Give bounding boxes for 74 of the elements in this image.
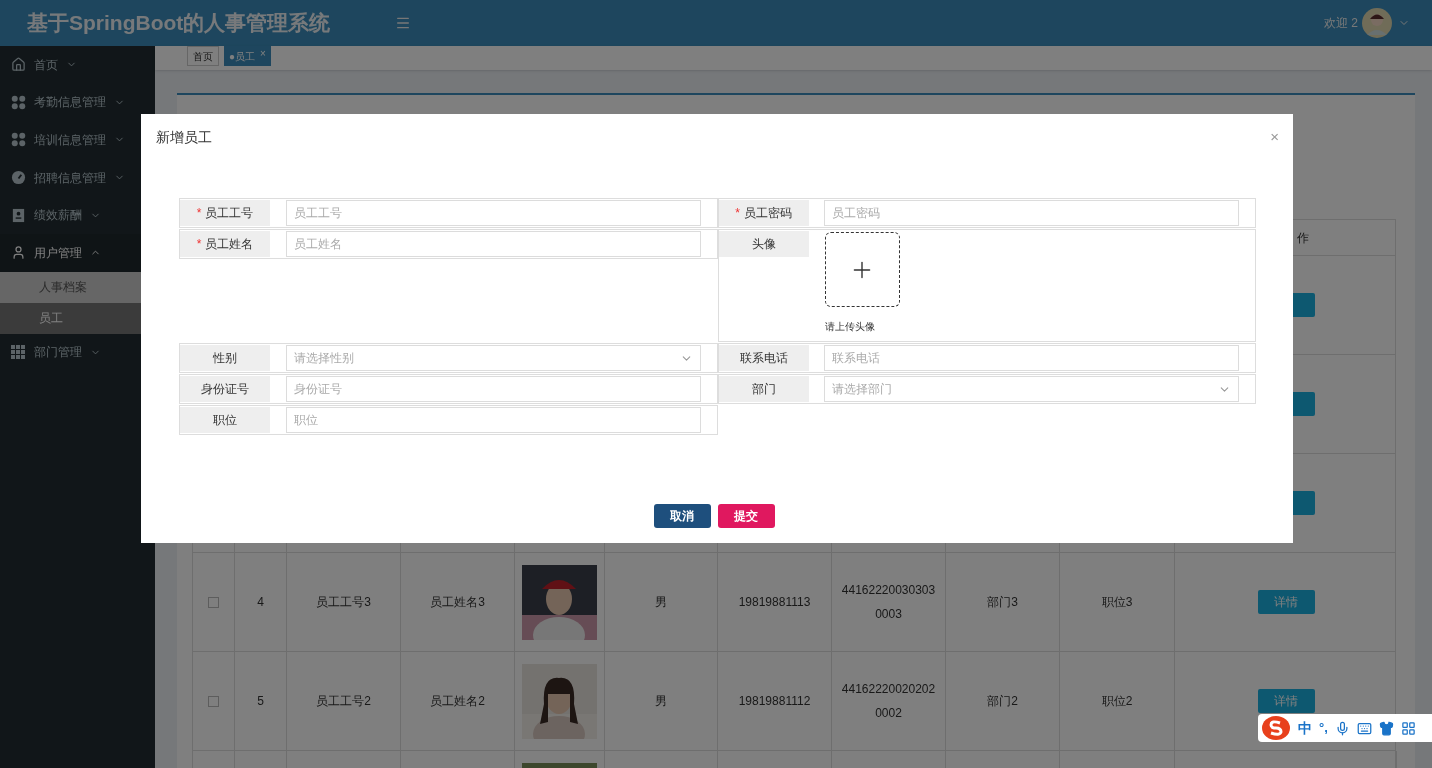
table-cell-text: 部门2 [987,693,1018,710]
page-tab[interactable]: 首页 [187,46,219,66]
sidebar-item[interactable]: 招聘信息管理 [0,158,155,197]
table-cell-text: 男 [655,693,667,710]
submit-button[interactable]: 提交 [717,504,775,528]
close-icon[interactable]: × [1270,125,1279,149]
form-row: 部门 请选择部门 [717,374,1256,404]
user-icon [11,245,26,261]
form-row: 头像 请上传头像 [717,229,1256,342]
grid-icon[interactable] [1400,720,1416,736]
gauge-icon [11,170,26,186]
grid-icon [11,344,26,360]
grid-icon [11,94,26,110]
ime-mode[interactable]: 中 [1298,717,1312,739]
detail-button[interactable]: 详情 [1257,689,1315,713]
upload-button[interactable] [824,232,900,307]
table-cell-text: 4 [257,594,264,611]
sidebar-item[interactable]: 首页 [0,46,155,84]
input-field[interactable]: 职位 [286,407,701,433]
input-field[interactable]: 员工工号 [286,200,701,226]
close-icon[interactable]: × [260,45,266,61]
table-cell-text: 男 [655,594,667,611]
form-row: * 员工工号 员工工号 [179,198,718,228]
required-mark: * [196,205,202,222]
upload-hint: 请上传头像 [824,320,876,334]
required-mark: * [735,205,740,222]
table-cell-text: 员工姓名3 [430,594,485,611]
sidebar-item[interactable]: 绩效薪酬 [0,196,155,234]
cancel-button[interactable]: 取消 [653,504,711,528]
column-header: 作 [1297,229,1309,247]
input-field[interactable]: 联系电话 [824,345,1239,371]
select-field[interactable]: 请选择性别 [286,345,701,371]
id-card-icon [11,207,26,223]
table-cell-text: 员工工号3 [316,594,371,611]
sidebar-item[interactable]: 考勤信息管理 [0,83,155,122]
table-cell-text: 19819881112 [738,693,811,710]
table-cell-text: 部门3 [987,594,1018,611]
table-cell-text: 职位3 [1101,594,1133,611]
shirt-icon[interactable] [1378,720,1394,736]
welcome-text: 欢迎 2 [1324,15,1358,32]
required-mark: * [196,236,202,253]
table-cell-text: 5 [257,693,264,710]
page-tab[interactable]: ●员工 × [224,46,271,66]
form-row: 职位 职位 [179,405,718,435]
row-checkbox[interactable] [208,596,219,608]
ime-punctuation[interactable]: °, [1319,718,1328,738]
form-row: 性别 请选择性别 [179,343,718,373]
avatar[interactable] [1362,8,1392,38]
home-icon [11,57,26,73]
input-field[interactable]: 员工密码 [824,200,1239,226]
table-cell-text: 职位2 [1101,693,1133,710]
table-cell-text: 441622200202020002 [840,681,937,722]
form-row: * 员工姓名 员工姓名 [179,229,718,259]
table-cell-text: 441622200303030003 [840,582,937,623]
menu-icon[interactable] [395,15,411,31]
detail-button[interactable]: 详情 [1257,590,1315,614]
app-title: 基于SpringBoot的人事管理系统 [26,10,332,37]
form-row: 联系电话 联系电话 [717,343,1256,373]
sidebar-item[interactable]: 培训信息管理 [0,121,155,159]
form-row: 身份证号 身份证号 [179,374,718,404]
dialog-title: 新增员工 [156,127,212,147]
input-field[interactable]: 员工姓名 [286,231,701,257]
select-field[interactable]: 请选择部门 [824,376,1239,402]
form-row: * 员工密码 员工密码 [717,198,1256,228]
keyboard-icon[interactable] [1356,720,1372,736]
table-cell-text: 19819881113 [738,594,811,611]
input-field[interactable]: 身份证号 [286,376,701,402]
table-cell-text: 员工姓名2 [430,693,485,710]
row-checkbox[interactable] [208,695,219,707]
grid-icon [11,132,26,148]
table-cell-text: 员工工号2 [316,693,371,710]
sidebar-item[interactable]: 部门管理 [0,333,155,372]
microphone-icon[interactable] [1334,720,1350,736]
ime-logo-icon[interactable] [1261,715,1291,741]
